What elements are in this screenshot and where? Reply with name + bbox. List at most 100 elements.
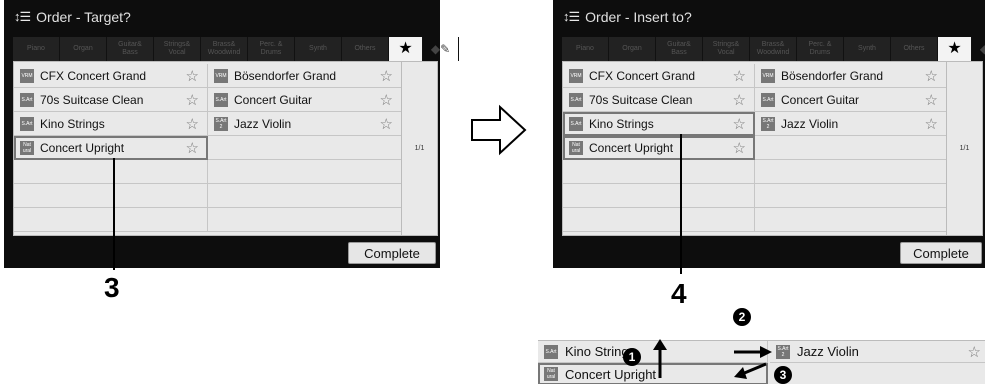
star-icon[interactable]: ☆ xyxy=(925,115,938,133)
voice-cell[interactable]: VRM CFX Concert Grand ☆ xyxy=(563,64,755,88)
voice-cell[interactable]: VRM Bösendorfer Grand ☆ xyxy=(208,64,402,88)
voice-list-panel: VRM CFX Concert Grand ☆ VRM Bösendorfer Gra… xyxy=(562,61,983,236)
favorite-edit-icon[interactable]: ◆✎ xyxy=(423,37,459,61)
empty-cell xyxy=(14,160,208,184)
star-icon[interactable]: ☆ xyxy=(186,115,199,133)
tab-piano[interactable]: Piano xyxy=(562,37,609,61)
empty-cell xyxy=(563,160,755,184)
tab-synth[interactable]: Synth xyxy=(295,37,342,61)
page-indicator[interactable]: 1/1 xyxy=(946,62,982,235)
tab-organ[interactable]: Organ xyxy=(60,37,107,61)
tab-guitar-bass[interactable]: Guitar& Bass xyxy=(656,37,703,61)
voice-name: 70s Suitcase Clean xyxy=(589,92,693,107)
voice-name: Kino Strings xyxy=(589,116,654,131)
right-arrow-icon xyxy=(471,104,527,156)
vrm-badge: VRM xyxy=(761,68,775,83)
voice-cell[interactable]: S.Art Concert Guitar ☆ xyxy=(208,88,402,112)
star-icon[interactable]: ☆ xyxy=(925,67,938,85)
sart2-badge: S.Art 2 xyxy=(761,116,775,131)
tab-guitar-bass[interactable]: Guitar& Bass xyxy=(107,37,154,61)
page-indicator[interactable]: 1/1 xyxy=(401,62,437,235)
voice-name: Bösendorfer Grand xyxy=(234,68,337,83)
tab-brass-woodwind[interactable]: Brass& Woodwind xyxy=(750,37,797,61)
title-bar: ↕☰ Order - Target? xyxy=(4,0,440,34)
voice-cell-insert-target[interactable]: S.Art Kino Strings ☆ xyxy=(563,112,755,136)
voice-name: Concert Upright xyxy=(589,140,674,155)
voice-cell[interactable]: S.Art 2 Jazz Violin ☆ xyxy=(208,112,402,136)
page-title: Order - Target? xyxy=(36,9,131,25)
tab-piano[interactable]: Piano xyxy=(13,37,60,61)
sart-badge: S.Art xyxy=(20,116,34,131)
tab-perc-drums[interactable]: Perc. & Drums xyxy=(797,37,844,61)
tab-favorite[interactable]: ★ xyxy=(938,37,972,61)
natural-badge: Nat ural xyxy=(20,140,34,155)
empty-cell xyxy=(755,208,947,232)
empty-cell xyxy=(14,184,208,208)
voice-name: CFX Concert Grand xyxy=(589,68,696,83)
natural-badge: Nat ural xyxy=(569,140,583,155)
sart-badge: S.Art xyxy=(20,92,34,107)
voice-name: Concert Upright xyxy=(40,140,125,155)
step-number: 2 xyxy=(733,308,751,326)
tab-others[interactable]: Others xyxy=(891,37,938,61)
voice-name: Bösendorfer Grand xyxy=(781,68,884,83)
voice-name: Concert Guitar xyxy=(234,92,313,107)
right-screen: ↕☰ Order - Insert to? Piano Organ Guitar… xyxy=(553,0,985,268)
callout-number: 3 xyxy=(104,272,120,303)
title-bar: ↕☰ Order - Insert to? xyxy=(553,0,985,34)
tab-strings-vocal[interactable]: Strings& Vocal xyxy=(154,37,201,61)
tab-brass-woodwind[interactable]: Brass& Woodwind xyxy=(201,37,248,61)
voice-cell-selected[interactable]: Nat ural Concert Upright ☆ xyxy=(563,136,755,160)
star-icon[interactable]: ☆ xyxy=(186,91,199,109)
voice-name: CFX Concert Grand xyxy=(40,68,147,83)
star-icon[interactable]: ☆ xyxy=(733,139,746,157)
voice-cell-selected[interactable]: Nat ural Concert Upright ☆ xyxy=(14,136,208,160)
star-icon[interactable]: ☆ xyxy=(186,67,199,85)
voice-cell[interactable]: S.Art 70s Suitcase Clean ☆ xyxy=(563,88,755,112)
voice-cell[interactable]: S.Art Concert Guitar ☆ xyxy=(755,88,947,112)
voice-name: 70s Suitcase Clean xyxy=(40,92,144,107)
sort-list-icon: ↕☰ xyxy=(563,9,580,24)
voice-name: Jazz Violin xyxy=(234,116,292,131)
empty-cell xyxy=(14,208,208,232)
favorite-edit-icon[interactable]: ◆✎ xyxy=(972,37,985,61)
zoom-cell-jazz: S.Art 2 Jazz Violin ☆ xyxy=(770,341,985,363)
tab-synth[interactable]: Synth xyxy=(844,37,891,61)
tab-strings-vocal[interactable]: Strings& Vocal xyxy=(703,37,750,61)
category-tabs: Piano Organ Guitar& Bass Strings& Vocal … xyxy=(562,37,985,61)
tab-organ[interactable]: Organ xyxy=(609,37,656,61)
sart-badge: S.Art xyxy=(214,92,228,107)
complete-button[interactable]: Complete xyxy=(348,242,436,264)
vrm-badge: VRM xyxy=(569,68,583,83)
tab-favorite[interactable]: ★ xyxy=(389,37,423,61)
star-icon[interactable]: ☆ xyxy=(380,91,393,109)
voice-cell[interactable]: VRM CFX Concert Grand ☆ xyxy=(14,64,208,88)
star-icon[interactable]: ☆ xyxy=(733,67,746,85)
empty-cell xyxy=(208,160,402,184)
voice-cell[interactable]: S.Art 2 Jazz Violin ☆ xyxy=(755,112,947,136)
tab-others[interactable]: Others xyxy=(342,37,389,61)
voice-name: Jazz Violin xyxy=(797,344,859,359)
callout-line xyxy=(680,134,682,274)
page-title: Order - Insert to? xyxy=(585,9,692,25)
empty-cell xyxy=(563,208,755,232)
empty-cell xyxy=(208,184,402,208)
voice-cell[interactable]: S.Art Kino Strings ☆ xyxy=(14,112,208,136)
star-icon[interactable]: ☆ xyxy=(380,67,393,85)
voice-list-panel: VRM CFX Concert Grand ☆ VRM Bösendorfer Gra… xyxy=(13,61,438,236)
complete-button[interactable]: Complete xyxy=(900,242,982,264)
empty-cell xyxy=(563,184,755,208)
star-icon[interactable]: ☆ xyxy=(380,115,393,133)
step-number: 1 xyxy=(623,348,641,366)
empty-cell xyxy=(755,184,947,208)
sart-badge: S.Art xyxy=(761,92,775,107)
star-icon[interactable]: ☆ xyxy=(733,91,746,109)
empty-cell xyxy=(208,136,402,160)
tab-perc-drums[interactable]: Perc. & Drums xyxy=(248,37,295,61)
sart2-badge: S.Art 2 xyxy=(214,116,228,131)
star-icon[interactable]: ☆ xyxy=(186,139,199,157)
voice-cell[interactable]: VRM Bösendorfer Grand ☆ xyxy=(755,64,947,88)
star-icon[interactable]: ☆ xyxy=(733,115,746,133)
voice-cell[interactable]: S.Art 70s Suitcase Clean ☆ xyxy=(14,88,208,112)
star-icon[interactable]: ☆ xyxy=(925,91,938,109)
